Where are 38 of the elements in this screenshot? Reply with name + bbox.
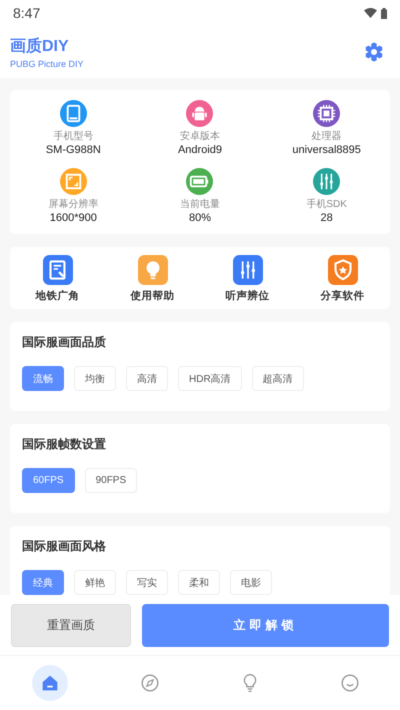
tool-item[interactable]: 听声辨位 bbox=[200, 255, 295, 303]
status-time: 8:47 bbox=[13, 5, 40, 21]
tool-item[interactable]: 分享软件 bbox=[295, 255, 390, 303]
option-chip[interactable]: 写实 bbox=[126, 570, 168, 595]
option-chip[interactable]: 鲜艳 bbox=[74, 570, 116, 595]
tool-item[interactable]: 使用帮助 bbox=[105, 255, 200, 303]
option-chip[interactable]: 柔和 bbox=[178, 570, 220, 595]
info-value: 80% bbox=[188, 212, 211, 224]
section-title: 国际服画面品质 bbox=[22, 334, 107, 351]
nav-tab[interactable] bbox=[32, 665, 68, 701]
section-title: 国际服画面风格 bbox=[22, 538, 107, 555]
info-label: 手机型号 bbox=[53, 130, 94, 143]
info-value: SM-G988N bbox=[46, 144, 101, 156]
info-label: 手机SDK bbox=[306, 198, 347, 211]
reset-button[interactable]: 重置画质 bbox=[11, 604, 131, 646]
app-title: 画质DIY bbox=[10, 36, 70, 56]
wifi-icon bbox=[364, 8, 377, 18]
battery-icon bbox=[381, 8, 387, 18]
option-chip[interactable]: 电影 bbox=[230, 570, 272, 595]
option-chip[interactable]: 超高清 bbox=[252, 366, 304, 391]
info-label: 屏幕分辨率 bbox=[48, 198, 98, 211]
settings-icon[interactable] bbox=[363, 41, 385, 63]
app-subtitle: PUBG Picture DIY bbox=[10, 58, 84, 68]
info-label: 当前电量 bbox=[180, 198, 220, 211]
circle-icon bbox=[339, 672, 361, 694]
info-value: universal8895 bbox=[292, 144, 361, 156]
info-label: 安卓版本 bbox=[180, 130, 220, 143]
compass-icon bbox=[139, 672, 161, 694]
info-value: 28 bbox=[320, 212, 333, 224]
info-label: 处理器 bbox=[312, 130, 342, 143]
info-value: Android9 bbox=[178, 144, 222, 156]
info-value: 1600*900 bbox=[50, 212, 97, 224]
option-chip[interactable]: HDR高清 bbox=[178, 366, 242, 391]
option-chip[interactable]: 90FPS bbox=[84, 468, 138, 493]
section-title: 国际服帧数设置 bbox=[22, 436, 107, 453]
option-chip[interactable]: 高清 bbox=[126, 366, 168, 391]
tool-item[interactable]: 地铁广角 bbox=[10, 255, 105, 303]
option-chip[interactable]: 均衡 bbox=[74, 366, 116, 391]
